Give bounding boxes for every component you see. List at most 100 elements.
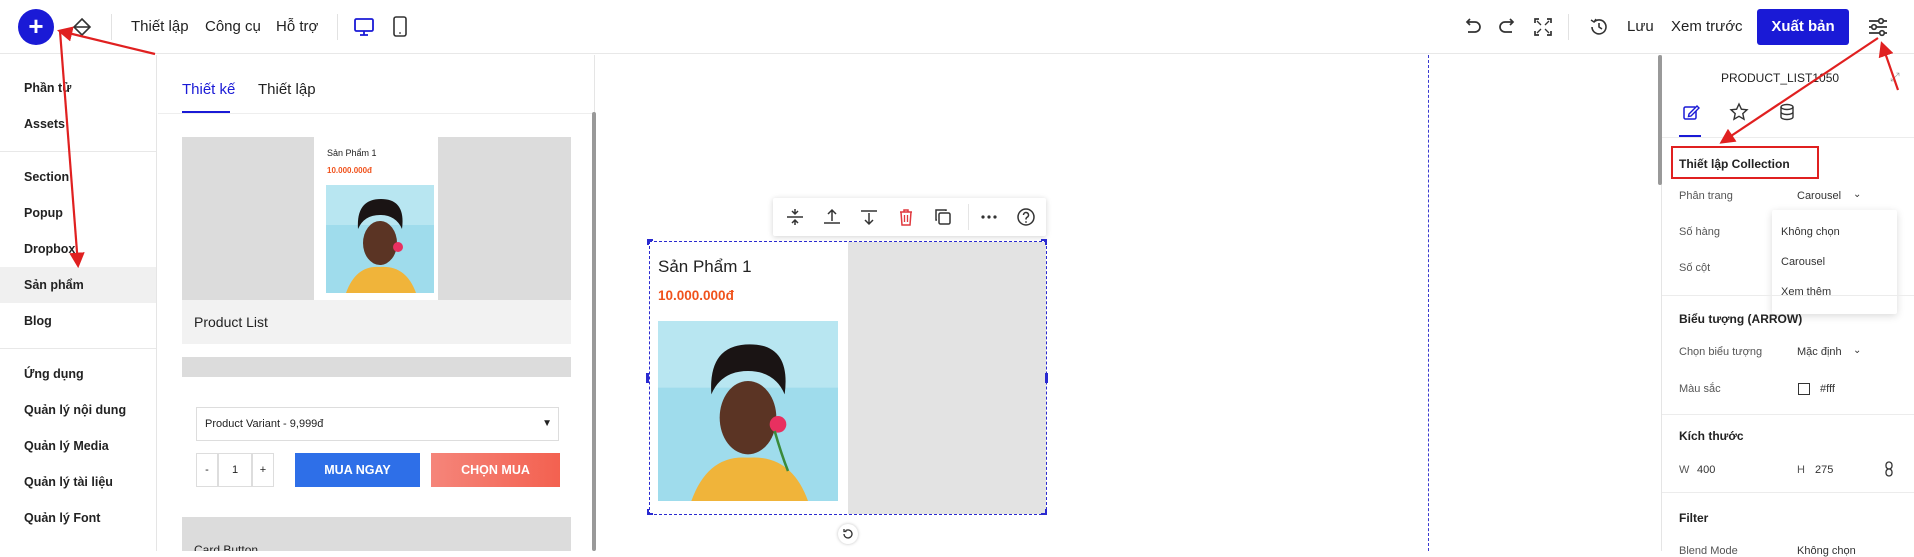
resize-handle-tl[interactable]	[647, 239, 653, 245]
pagination-label: Phân trang	[1679, 190, 1733, 202]
divider	[968, 204, 969, 230]
height-input[interactable]: 275	[1815, 464, 1833, 476]
tab-design[interactable]: Thiết kế	[182, 81, 235, 98]
resize-handle-right[interactable]	[1045, 373, 1048, 383]
resize-handle-bl[interactable]	[647, 509, 653, 515]
choose-icon-select[interactable]: Mặc định	[1797, 346, 1842, 358]
sidebar-item-blog[interactable]: Blog	[0, 303, 156, 339]
sidebar-item-assets[interactable]: Assets	[0, 106, 156, 142]
mobile-icon[interactable]	[388, 14, 412, 40]
width-input[interactable]: 400	[1697, 464, 1715, 476]
sidebar-item-section[interactable]: Section	[0, 159, 156, 195]
canvas-guide-line	[1428, 55, 1429, 551]
dropdown-option-load-more[interactable]: Xem thêm	[1781, 286, 1831, 298]
align-top-icon[interactable]	[821, 206, 843, 228]
caret-down-icon: ▼	[542, 418, 552, 429]
canvas-product-image[interactable]	[658, 321, 838, 501]
element-toolbar	[773, 198, 1046, 236]
arrow-icon-heading: Biểu tượng (ARROW)	[1679, 312, 1803, 326]
inspector-scrollbar[interactable]	[1658, 55, 1662, 185]
resize-handle-left[interactable]	[646, 373, 649, 383]
redo-icon[interactable]	[1496, 14, 1520, 40]
add-element-button[interactable]: +	[18, 9, 54, 45]
save-button[interactable]: Lưu	[1627, 18, 1654, 35]
rotate-icon[interactable]	[838, 524, 858, 544]
blend-mode-label: Blend Mode	[1679, 545, 1738, 557]
quantity-plus[interactable]: +	[252, 453, 274, 487]
chevron-down-icon[interactable]: ⌄	[1853, 189, 1861, 200]
divider	[1662, 137, 1914, 138]
top-bar: + Thiết lập Công cụ Hỗ trợ Lưu Xem trước…	[0, 0, 1914, 54]
align-bottom-icon[interactable]	[858, 206, 880, 228]
database-icon[interactable]	[1776, 101, 1798, 123]
pagination-dropdown: Không chọn Carousel Xem thêm	[1772, 210, 1897, 314]
link-ratio-icon[interactable]	[1883, 460, 1895, 478]
canvas-product-price[interactable]: 10.000.000đ	[658, 288, 734, 303]
rows-label: Số hàng	[1679, 226, 1720, 238]
sidebar-item-content[interactable]: Quản lý nội dung	[0, 392, 156, 428]
left-sidebar: Phần tử Assets Section Popup Dropbox Sản…	[0, 55, 157, 551]
divider	[337, 14, 338, 40]
chevron-down-icon[interactable]: ⌄	[1853, 345, 1861, 356]
dropdown-option-carousel[interactable]: Carousel	[1781, 256, 1825, 268]
variant-select-value: Product Variant - 9,999đ	[205, 418, 324, 430]
divider	[0, 151, 156, 152]
expand-icon[interactable]: ⤢	[1890, 70, 1900, 85]
layers-icon[interactable]	[70, 15, 94, 39]
card-product-title: Sản Phẩm 1	[327, 148, 377, 158]
help-icon[interactable]	[1015, 206, 1037, 228]
divider	[1568, 14, 1569, 40]
color-value[interactable]: #fff	[1820, 383, 1835, 395]
fullscreen-icon[interactable]	[1531, 14, 1555, 40]
align-vertical-center-icon[interactable]	[784, 206, 806, 228]
menu-tools[interactable]: Công cụ	[205, 18, 261, 35]
history-icon[interactable]	[1587, 14, 1611, 40]
card-preview-header	[182, 357, 571, 377]
sidebar-item-fonts[interactable]: Quản lý Font	[0, 500, 156, 536]
columns-label: Số cột	[1679, 262, 1711, 274]
sidebar-item-dropbox[interactable]: Dropbox	[0, 231, 156, 267]
sidebar-item-apps[interactable]: Ứng dụng	[0, 356, 156, 392]
undo-icon[interactable]	[1460, 14, 1484, 40]
tab-settings[interactable]: Thiết lập	[258, 81, 316, 98]
add-to-cart-button[interactable]: CHỌN MUA	[431, 453, 560, 487]
sliders-icon[interactable]	[1865, 14, 1891, 40]
more-icon[interactable]	[978, 206, 1000, 228]
divider	[111, 14, 112, 40]
pagination-select[interactable]: Carousel	[1797, 190, 1841, 202]
preview-button[interactable]: Xem trước	[1671, 18, 1743, 35]
menu-support[interactable]: Hỗ trợ	[276, 18, 318, 35]
divider	[158, 113, 594, 114]
card-product-image	[326, 185, 434, 293]
filter-heading: Filter	[1679, 511, 1709, 525]
next-card-label: Card Button	[194, 543, 259, 551]
color-label: Màu sắc	[1679, 383, 1721, 395]
sidebar-item-popup[interactable]: Popup	[0, 195, 156, 231]
resize-handle-tr[interactable]	[1041, 239, 1047, 245]
sidebar-item-elements[interactable]: Phần tử	[0, 70, 156, 106]
quantity-input[interactable]: 1	[218, 453, 252, 487]
dropdown-option-none[interactable]: Không chọn	[1781, 226, 1840, 238]
sidebar-item-media[interactable]: Quản lý Media	[0, 428, 156, 464]
publish-button[interactable]: Xuất bản	[1757, 9, 1849, 45]
color-swatch[interactable]	[1798, 383, 1810, 395]
sidebar-item-documents[interactable]: Quản lý tài liệu	[0, 464, 156, 500]
variant-select[interactable]: Product Variant - 9,999đ ▼	[196, 407, 559, 441]
resize-handle-br[interactable]	[1041, 509, 1047, 515]
sidebar-item-products[interactable]: Sản phẩm	[0, 267, 156, 303]
quantity-minus[interactable]: -	[196, 453, 218, 487]
element-panel: Thiết kế Thiết lập Sản Phẩm 1 10.000.000…	[158, 55, 595, 551]
duplicate-icon[interactable]	[932, 206, 954, 228]
buy-now-button[interactable]: MUA NGAY	[295, 453, 420, 487]
menu-settings[interactable]: Thiết lập	[131, 18, 189, 35]
star-icon[interactable]	[1728, 101, 1750, 123]
element-id-title: PRODUCT_LIST1050	[1721, 71, 1840, 85]
choose-icon-label: Chọn biểu tượng	[1679, 346, 1763, 358]
edit-icon[interactable]	[1680, 101, 1702, 123]
divider	[1662, 492, 1914, 493]
canvas-product-title[interactable]: Sản Phẩm 1	[658, 257, 752, 277]
blend-mode-select[interactable]: Không chọn	[1797, 545, 1856, 557]
size-heading: Kích thước	[1679, 429, 1744, 443]
trash-icon[interactable]	[895, 206, 917, 228]
desktop-icon[interactable]	[352, 14, 376, 40]
